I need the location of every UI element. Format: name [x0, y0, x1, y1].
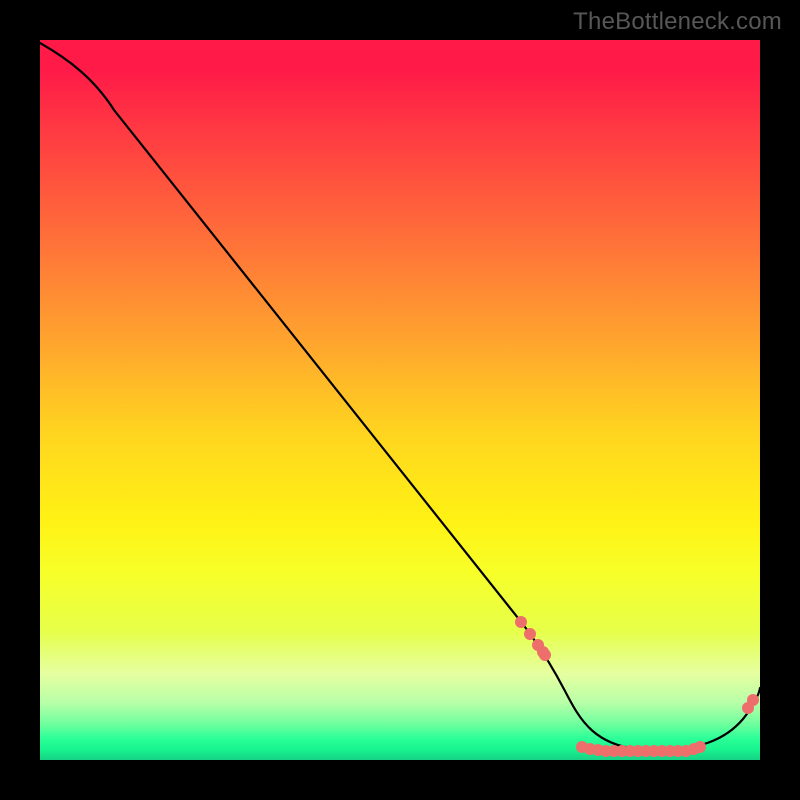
- data-dot: [515, 616, 527, 628]
- data-dot: [694, 741, 706, 753]
- chart-frame: TheBottleneck.com: [0, 0, 800, 800]
- bottleneck-curve: [40, 43, 760, 750]
- data-dot: [747, 694, 759, 706]
- chart-svg: [40, 40, 760, 760]
- watermark-label: TheBottleneck.com: [573, 8, 782, 36]
- data-dot: [539, 649, 551, 661]
- data-dot: [524, 628, 536, 640]
- plot-area: [40, 40, 760, 760]
